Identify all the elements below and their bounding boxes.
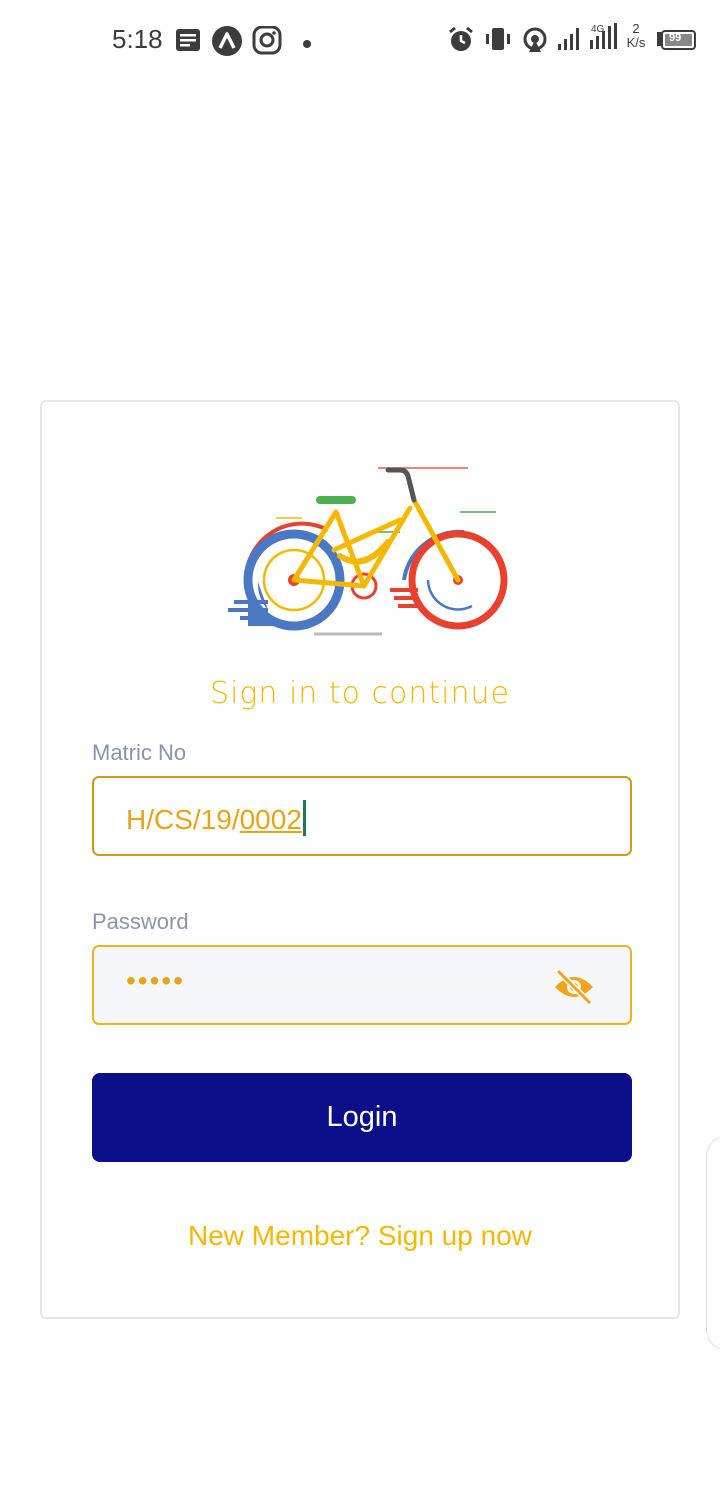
matric-value-prefix: H/CS/19/ bbox=[126, 804, 240, 835]
matric-input[interactable]: H/CS/19/0002 bbox=[92, 776, 632, 856]
password-mask: ••••• bbox=[126, 965, 186, 996]
autocad-icon bbox=[211, 26, 243, 63]
password-label: Password bbox=[92, 909, 189, 934]
sign-in-heading: Sign in to continue bbox=[210, 676, 510, 711]
bicycle-illustration bbox=[228, 467, 508, 636]
text-caret bbox=[302, 800, 306, 836]
vibrate-icon bbox=[483, 26, 513, 59]
hotspot-icon bbox=[521, 26, 549, 59]
notes-icon bbox=[175, 26, 201, 59]
battery-icon: 99 bbox=[656, 30, 696, 55]
matric-value-suffix: 0002 bbox=[239, 804, 302, 835]
net-speed: 2 K/s bbox=[622, 22, 650, 50]
eye-off-icon[interactable] bbox=[552, 967, 596, 1007]
signup-link[interactable]: New Member? Sign up now bbox=[42, 1220, 678, 1252]
matric-value: H/CS/19/0002 bbox=[126, 800, 306, 836]
status-bar: 5:18 4G 2 K/s 99 bbox=[0, 0, 720, 82]
status-time: 5:18 bbox=[112, 24, 163, 54]
login-card: Sign in to continue Matric No H/CS/19/00… bbox=[40, 400, 680, 1319]
instagram-icon bbox=[252, 25, 282, 61]
net-speed-value: 2 bbox=[632, 21, 640, 36]
edge-panel-handle[interactable] bbox=[706, 1136, 720, 1350]
alarm-icon bbox=[447, 26, 475, 59]
signal-icon bbox=[556, 26, 584, 57]
dot-icon bbox=[302, 36, 312, 54]
login-button[interactable]: Login bbox=[92, 1073, 632, 1162]
signal-icon-2: 4G bbox=[588, 22, 622, 57]
password-input[interactable]: ••••• bbox=[92, 945, 632, 1025]
battery-level: 99 bbox=[669, 32, 682, 44]
net-speed-unit: K/s bbox=[626, 35, 646, 50]
matric-label: Matric No bbox=[92, 740, 187, 765]
